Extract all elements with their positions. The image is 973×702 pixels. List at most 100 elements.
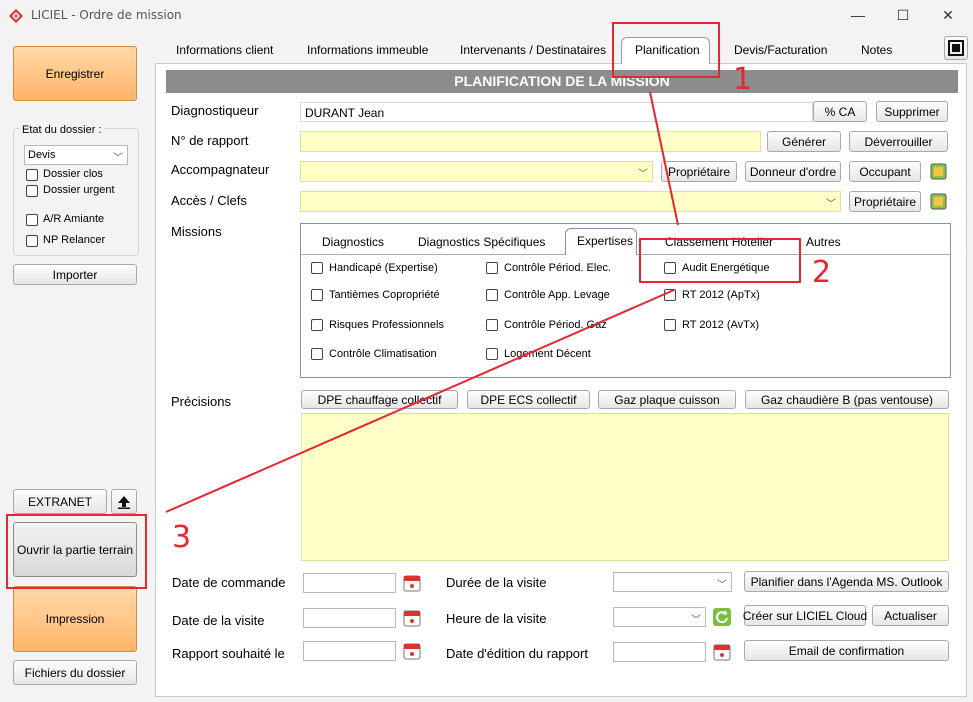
extranet-button[interactable]: EXTRANET — [13, 489, 107, 514]
orderer-button[interactable]: Donneur d'ordre — [745, 161, 841, 182]
expertise-checkbox-rt2012-avtx[interactable] — [664, 319, 676, 331]
fullscreen-icon — [948, 40, 964, 56]
expertise-checkbox-handicape[interactable] — [311, 262, 323, 274]
tab-informations-immeuble[interactable]: Informations immeuble — [307, 43, 428, 57]
precisions-label: Précisions — [171, 394, 231, 409]
precisions-textarea[interactable] — [301, 413, 949, 561]
report-edit-input[interactable] — [613, 642, 706, 662]
report-no-label: N° de rapport — [171, 133, 249, 148]
visit-time-label: Heure de la visite — [446, 611, 547, 626]
owner-button[interactable]: Propriétaire — [661, 161, 737, 182]
visit-duration-label: Durée de la visite — [446, 575, 547, 590]
expertise-label: Logement Décent — [504, 348, 591, 360]
visit-date-input[interactable] — [303, 608, 396, 628]
tab-notes[interactable]: Notes — [861, 43, 892, 57]
order-date-label: Date de commande — [172, 575, 286, 590]
tab-devis-facturation[interactable]: Devis/Facturation — [734, 43, 827, 57]
unlock-button[interactable]: Déverrouiller — [849, 131, 948, 152]
chevron-down-icon: ﹀ — [691, 615, 701, 626]
calendar-icon[interactable] — [403, 574, 421, 592]
maximize-button[interactable]: ☐ — [883, 4, 923, 26]
expertise-label: Contrôle Climatisation — [329, 348, 437, 360]
tab-informations-client[interactable]: Informations client — [176, 43, 273, 57]
precision-button[interactable]: Gaz chaudière B (pas ventouse) — [745, 390, 949, 409]
visit-duration-select[interactable]: ﹀ — [613, 572, 732, 592]
mission-tab-autres[interactable]: Autres — [806, 235, 841, 249]
close-button[interactable]: ✕ — [928, 4, 968, 26]
refresh-button[interactable]: Actualiser — [872, 605, 949, 626]
minimize-button[interactable]: — — [838, 4, 878, 26]
import-button[interactable]: Importer — [13, 264, 137, 285]
generate-button[interactable]: Générer — [767, 131, 841, 152]
dossier-urgent-checkbox[interactable] — [26, 185, 38, 197]
liciel-logo-icon — [9, 9, 23, 23]
visit-time-select[interactable]: ﹀ — [613, 607, 706, 627]
precision-button[interactable]: Gaz plaque cuisson — [598, 390, 736, 409]
expertise-checkbox-levage[interactable] — [486, 289, 498, 301]
dossier-clos-checkbox[interactable] — [26, 169, 38, 181]
access-label: Accès / Clefs — [171, 193, 247, 208]
files-button[interactable]: Fichiers du dossier — [13, 660, 137, 685]
expertise-checkbox-gaz[interactable] — [486, 319, 498, 331]
report-wish-input[interactable] — [303, 641, 396, 661]
diagnosticien-value: DURANT Jean — [305, 106, 385, 120]
mission-tab-diagnostics[interactable]: Diagnostics — [322, 235, 384, 249]
expertise-checkbox-logement[interactable] — [486, 348, 498, 360]
annotation-box-1 — [612, 22, 720, 78]
calendar-icon[interactable] — [713, 643, 731, 661]
upload-button[interactable] — [111, 489, 137, 514]
upload-arrow-icon — [118, 495, 130, 509]
fullscreen-button[interactable] — [944, 36, 968, 60]
contact-book-icon[interactable] — [930, 193, 947, 210]
cloud-button[interactable]: Créer sur LICIEL Cloud — [743, 605, 867, 626]
order-date-input[interactable] — [303, 573, 396, 593]
expertise-label: RT 2012 (AvTx) — [682, 319, 760, 331]
expertise-label: Contrôle App. Levage — [504, 289, 610, 301]
email-confirmation-button[interactable]: Email de confirmation — [744, 640, 949, 661]
expertise-label: Risques Professionnels — [329, 319, 444, 331]
missions-label: Missions — [171, 224, 222, 239]
chevron-down-icon: ﹀ — [113, 153, 123, 164]
precision-button[interactable]: DPE chauffage collectif — [301, 390, 458, 409]
folder-state-select[interactable]: Devis ﹀ — [24, 145, 128, 165]
np-relancer-label: NP Relancer — [43, 234, 106, 246]
expertise-checkbox-rt2012-aptx[interactable] — [664, 289, 676, 301]
print-button[interactable]: Impression — [13, 586, 137, 652]
diagnosticien-label: Diagnostiqueur — [171, 103, 259, 118]
pct-ca-button[interactable]: % CA — [813, 101, 867, 122]
owner2-button[interactable]: Propriétaire — [849, 191, 921, 212]
report-no-input[interactable] — [300, 131, 761, 152]
expertise-label: Contrôle Périod. Elec. — [504, 262, 611, 274]
refresh-icon[interactable] — [712, 607, 732, 627]
chevron-down-icon: ﹀ — [638, 169, 648, 180]
dossier-clos-label: Dossier clos — [43, 168, 103, 180]
ar-amiante-checkbox[interactable] — [26, 214, 38, 226]
chevron-down-icon: ﹀ — [717, 580, 727, 591]
expertise-label: Tantièmes Copropriété — [329, 289, 440, 301]
accompagnateur-select[interactable]: ﹀ — [300, 161, 653, 182]
calendar-icon[interactable] — [403, 642, 421, 660]
save-button[interactable]: Enregistrer — [13, 46, 137, 101]
np-relancer-checkbox[interactable] — [26, 235, 38, 247]
tab-intervenants[interactable]: Intervenants / Destinataires — [460, 43, 606, 57]
precision-button[interactable]: DPE ECS collectif — [467, 390, 590, 409]
annotation-number-3: 3 — [172, 520, 192, 555]
mission-tab-expertises[interactable]: Expertises — [577, 234, 633, 248]
expertise-checkbox-climatisation[interactable] — [311, 348, 323, 360]
contact-book-icon[interactable] — [930, 163, 947, 180]
annotation-box-2 — [639, 238, 801, 283]
expertise-checkbox-risques[interactable] — [311, 319, 323, 331]
diagnosticien-field[interactable]: DURANT Jean — [300, 102, 813, 122]
outlook-button[interactable]: Planifier dans l'Agenda MS. Outlook — [744, 571, 949, 592]
expertise-checkbox-tantiemes[interactable] — [311, 289, 323, 301]
occupant-button[interactable]: Occupant — [849, 161, 921, 182]
mission-tab-diagnostics-specifiques[interactable]: Diagnostics Spécifiques — [418, 235, 545, 249]
main-panel — [155, 63, 967, 697]
annotation-box-3 — [6, 514, 147, 589]
ar-amiante-label: A/R Amiante — [43, 213, 105, 225]
calendar-icon[interactable] — [403, 609, 421, 627]
access-select[interactable]: ﹀ — [300, 191, 841, 212]
expertise-checkbox-elec[interactable] — [486, 262, 498, 274]
annotation-number-2: 2 — [812, 255, 832, 290]
delete-button[interactable]: Supprimer — [876, 101, 948, 122]
